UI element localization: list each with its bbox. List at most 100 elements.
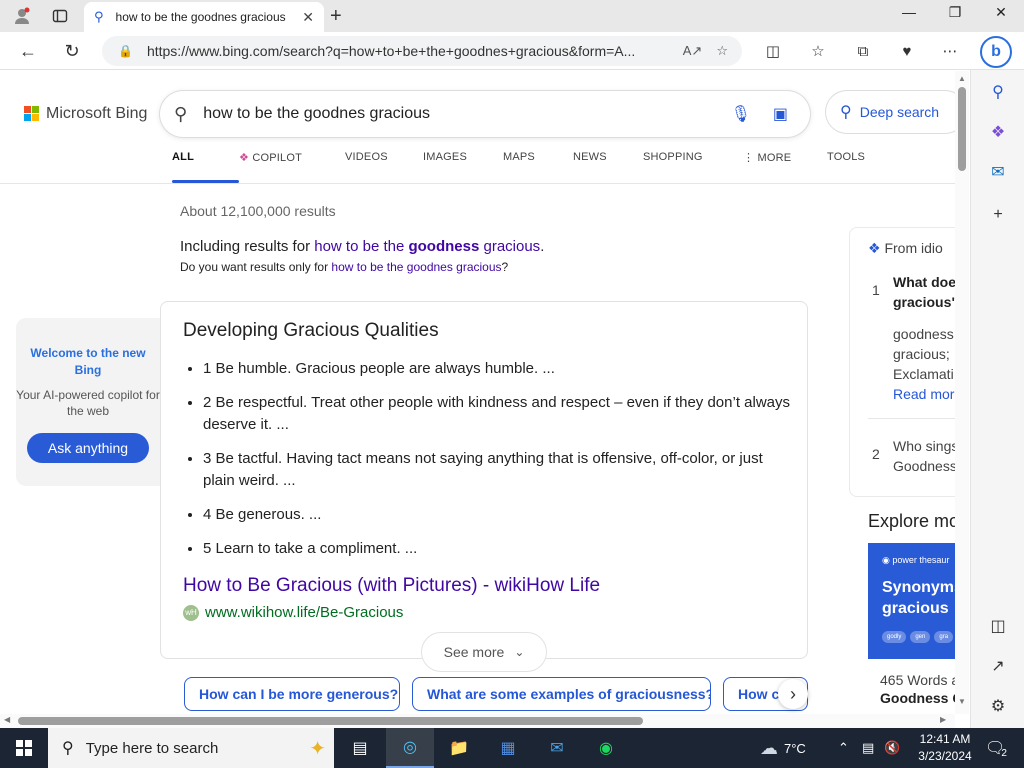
related-pill[interactable]: How can I be more generous? bbox=[184, 677, 400, 711]
bing-logo[interactable]: Microsoft Bing bbox=[24, 105, 147, 123]
lock-icon[interactable]: 🔒 bbox=[118, 44, 133, 58]
edge-taskbar-icon[interactable]: ◎ bbox=[386, 728, 434, 768]
tab-copilot-label: COPILOT bbox=[252, 152, 303, 164]
collections-icon[interactable]: ⧉ bbox=[850, 40, 876, 62]
split-screen-icon[interactable]: ◫ bbox=[760, 40, 786, 62]
scroll-right-icon[interactable]: ▶ bbox=[940, 715, 946, 724]
tab-more-label: MORE bbox=[757, 152, 792, 164]
system-clock[interactable]: 12:41 AM 3/23/2024 bbox=[905, 731, 985, 765]
mail-icon[interactable]: ✉ bbox=[533, 728, 581, 768]
tile-caption[interactable]: 465 Words a Goodness G bbox=[880, 671, 956, 707]
search-input[interactable]: how to be the goodnes gracious bbox=[203, 105, 730, 123]
chevron-right-icon[interactable]: › bbox=[778, 679, 808, 709]
volume-muted-icon[interactable]: 🔇 bbox=[884, 728, 900, 768]
scroll-down-icon[interactable]: ▼ bbox=[958, 697, 966, 706]
thesaurus-tile[interactable]: ◉ power thesaur Synonyms gracious godly g… bbox=[868, 543, 956, 659]
taskbar-search-icon: ⚲ bbox=[62, 740, 74, 757]
store-icon[interactable]: ▦ bbox=[484, 728, 532, 768]
tab-all[interactable]: ALL bbox=[172, 151, 239, 183]
sidebar-search-icon[interactable]: ⚲ bbox=[984, 78, 1012, 106]
active-tab[interactable]: ⚲ how to be the goodnes gracious ✕ bbox=[84, 2, 324, 32]
tab-news[interactable]: NEWS bbox=[573, 151, 643, 181]
profile-icon[interactable] bbox=[8, 4, 36, 28]
start-button[interactable] bbox=[0, 728, 48, 768]
read-more-link[interactable]: Read mor bbox=[893, 386, 954, 402]
file-explorer-icon[interactable]: 📁 bbox=[435, 728, 483, 768]
back-icon[interactable]: ← bbox=[15, 40, 41, 62]
tab-shopping[interactable]: SHOPPING bbox=[643, 151, 743, 181]
windows-logo-icon bbox=[16, 740, 32, 756]
panel-question-1[interactable]: What does gracious" bbox=[893, 272, 955, 312]
scope-divider bbox=[0, 183, 969, 184]
tab-videos[interactable]: VIDEOS bbox=[345, 151, 423, 181]
tab-tools[interactable]: TOOLS bbox=[827, 151, 887, 181]
address-field[interactable]: 🔒 https://www.bing.com/search?q=how+to+b… bbox=[102, 36, 742, 66]
horizontal-scroll-thumb[interactable] bbox=[18, 717, 643, 725]
source-icon: ❖ bbox=[868, 240, 881, 256]
search-box[interactable]: ⚲ how to be the goodnes gracious 🎙 ▣ bbox=[160, 91, 810, 137]
tile-brand: ◉ power thesaur bbox=[882, 555, 949, 566]
result-cite[interactable]: wH www.wikihow.life/Be-Gracious bbox=[183, 604, 403, 621]
search-highlight-icon: ✦ bbox=[309, 738, 326, 760]
vertical-scroll-thumb[interactable] bbox=[958, 87, 966, 171]
visual-search-icon[interactable]: ▣ bbox=[773, 104, 788, 124]
microphone-icon[interactable]: 🎙 bbox=[731, 104, 751, 124]
scroll-up-icon[interactable]: ▲ bbox=[958, 74, 966, 83]
original-query-suggestion: Do you want results only for how to be t… bbox=[180, 260, 508, 274]
deep-search-icon: ⚲ bbox=[840, 104, 852, 121]
minimize-icon[interactable]: — bbox=[886, 4, 932, 20]
spotify-icon[interactable]: ◉ bbox=[582, 728, 630, 768]
deep-search-button[interactable]: ⚲ Deep search bbox=[826, 91, 966, 133]
copilot-sidebar-icon[interactable]: b bbox=[980, 36, 1012, 68]
q2-line2: Goodness bbox=[893, 458, 955, 474]
tab-images[interactable]: IMAGES bbox=[423, 151, 503, 181]
outlook-icon[interactable]: ✉ bbox=[984, 158, 1012, 186]
sidebar-panel-icon[interactable]: ◫ bbox=[984, 612, 1012, 640]
tab-actions-icon[interactable] bbox=[46, 4, 74, 28]
browser-essentials-icon[interactable]: ♥ bbox=[894, 40, 920, 62]
taskbar-search[interactable]: ⚲ Type here to search ✦ bbox=[48, 728, 334, 768]
original-query-link[interactable]: how to be the goodnes gracious bbox=[331, 260, 501, 274]
external-link-icon[interactable]: ↗ bbox=[984, 652, 1012, 680]
notifications-icon[interactable]: 🗨 2 bbox=[985, 728, 1007, 768]
read-aloud-icon[interactable]: A↗ bbox=[683, 43, 703, 59]
see-more-button[interactable]: See more ⌄ bbox=[421, 632, 547, 672]
add-sidebar-app-icon[interactable]: + bbox=[984, 201, 1012, 229]
close-window-icon[interactable]: ✕ bbox=[978, 4, 1024, 21]
corrected-query-link[interactable]: how to be the goodness gracious bbox=[314, 238, 540, 255]
panel-num-2: 2 bbox=[872, 446, 880, 462]
suggest-prefix: Do you want results only for bbox=[180, 260, 332, 274]
scroll-left-icon[interactable]: ◀ bbox=[4, 715, 10, 724]
refresh-icon[interactable]: ↻ bbox=[59, 40, 85, 62]
panel-question-2[interactable]: Who sings Goodness bbox=[893, 436, 955, 476]
wikihow-result-link[interactable]: How to Be Gracious (with Pictures) - wik… bbox=[183, 575, 600, 597]
answer-list: 1 Be humble. Gracious people are always … bbox=[203, 358, 793, 572]
search-favicon-icon: ⚲ bbox=[94, 9, 104, 24]
including-dot: . bbox=[540, 238, 545, 255]
network-icon[interactable]: ▤ bbox=[862, 728, 874, 768]
ask-anything-button[interactable]: Ask anything bbox=[27, 433, 149, 463]
more-options-icon[interactable]: ⋯ bbox=[937, 40, 963, 62]
suggest-suffix: ? bbox=[501, 260, 509, 274]
url-text: https://www.bing.com/search?q=how+to+be+… bbox=[146, 43, 636, 59]
tab-copilot[interactable]: ❖ COPILOT bbox=[239, 151, 345, 181]
restore-icon[interactable]: ❐ bbox=[932, 4, 978, 21]
tab-title: how to be the goodnes gracious bbox=[115, 10, 286, 24]
new-tab-icon[interactable]: + bbox=[330, 5, 342, 28]
weather-widget[interactable]: ☁ 7°C bbox=[760, 728, 806, 768]
settings-gear-icon[interactable]: ⚙ bbox=[984, 692, 1012, 720]
horizontal-scrollbar[interactable]: ◀ ▶ bbox=[0, 714, 955, 728]
favorite-star-icon[interactable]: ☆ bbox=[716, 43, 728, 59]
related-pill[interactable]: What are some examples of graciousness? bbox=[412, 677, 711, 711]
tray-chevron-icon[interactable]: ⌃ bbox=[838, 728, 849, 768]
task-view-icon[interactable]: ▤ bbox=[336, 728, 384, 768]
answer-title: Developing Gracious Qualities bbox=[183, 320, 439, 341]
tab-more[interactable]: ⋮ MORE bbox=[743, 151, 827, 181]
tab-maps[interactable]: MAPS bbox=[503, 151, 573, 181]
favorites-icon[interactable]: ☆ bbox=[805, 40, 831, 62]
edge-sidebar: ⚲ ❖ ✉ + ◫ ↗ ⚙ bbox=[970, 70, 1024, 728]
vertical-scrollbar[interactable]: ▲ ▼ bbox=[955, 71, 969, 714]
sidebar-apps-icon[interactable]: ❖ bbox=[984, 118, 1012, 146]
close-tab-icon[interactable]: ✕ bbox=[302, 9, 314, 26]
tile-title-1: Synonyms bbox=[882, 579, 956, 596]
